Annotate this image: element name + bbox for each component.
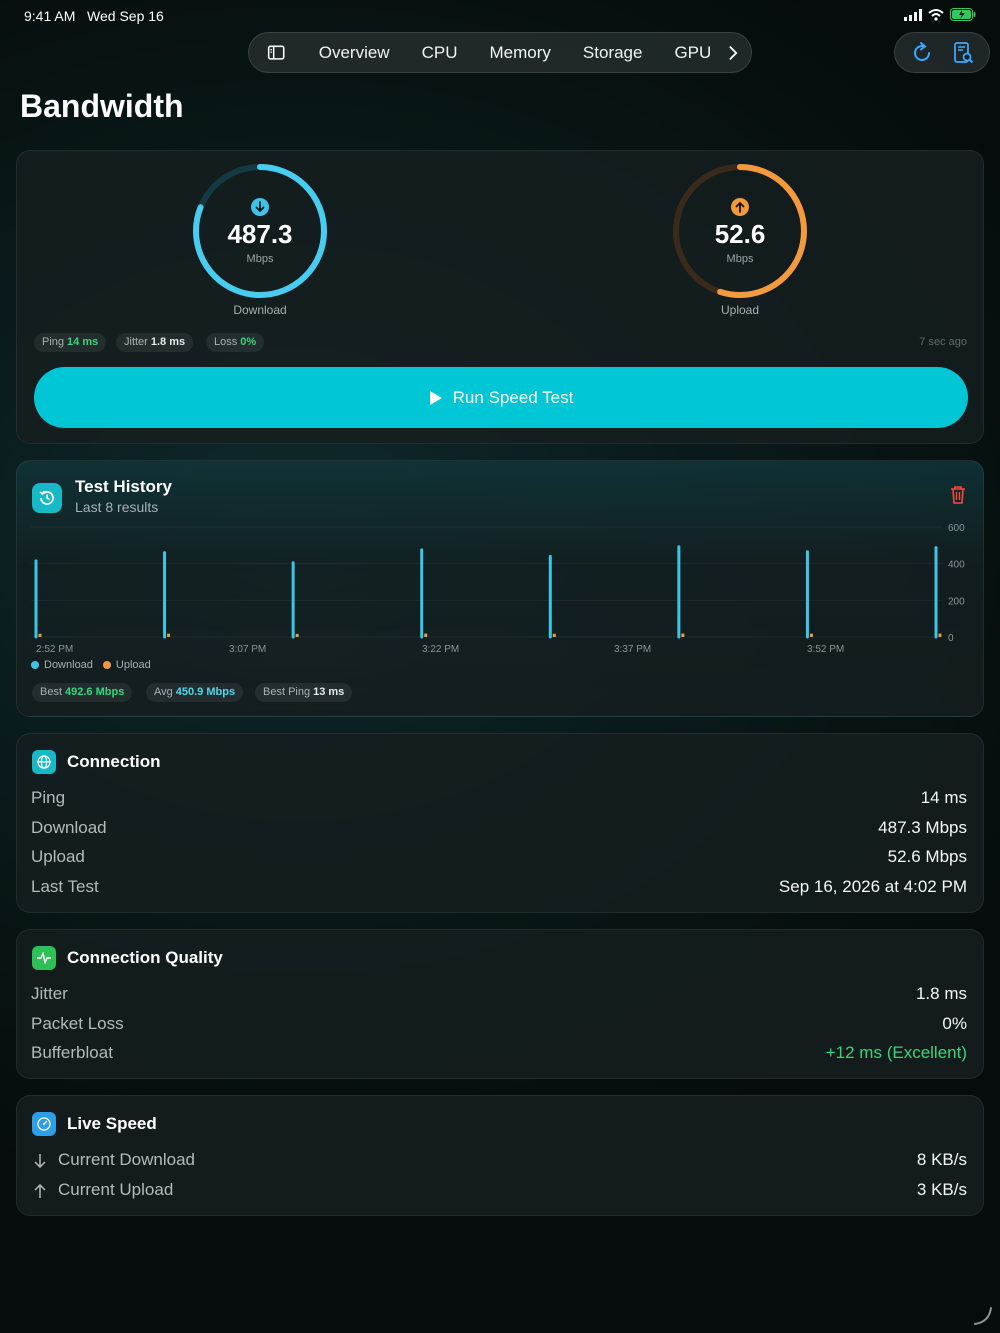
legend-upload: Upload	[102, 659, 151, 671]
upload-arrow-icon	[731, 198, 749, 216]
legend-download: Download	[31, 659, 93, 671]
test-history-card: Test History Last 8 results 0 200 400 600 2:…	[16, 460, 984, 717]
nav-cpu[interactable]: CPU	[406, 43, 474, 63]
status-bar: 9:41 AM Wed Sep 16	[0, 0, 1000, 30]
connection-row-ping: Ping 14 ms	[31, 788, 967, 807]
upload-value: 52.6	[714, 219, 766, 249]
jitter-chip: Jitter 1.8 ms	[116, 333, 194, 352]
x-tick-label: 3:37 PM	[614, 644, 651, 655]
download-arrow-icon	[251, 198, 269, 216]
connection-row-upload: Upload 52.6 Mbps	[31, 847, 967, 866]
system-icons	[904, 8, 976, 21]
arrow-down-icon	[34, 1154, 46, 1169]
avg-speed-chip: Avg 450.9 Mbps	[146, 683, 244, 702]
chart-legend: Download Upload	[31, 659, 151, 671]
globe-icon	[32, 750, 56, 774]
upload-unit: Mbps	[726, 253, 754, 265]
signal-icon	[904, 8, 922, 21]
history-bar-chart: 0 200 400 600 2:52 PM 3:07 PM 3:22 PM 3:37 PM 3:…	[31, 523, 965, 655]
x-tick-label: 2:52 PM	[36, 644, 73, 655]
history-clock-icon	[32, 483, 62, 513]
sidebar-toggle-icon[interactable]	[267, 43, 289, 63]
history-title: Test History	[75, 477, 172, 496]
download-value: 487.3	[227, 219, 293, 249]
play-icon	[429, 390, 442, 405]
speed-test-card: 487.3 Mbps Download 52.6 Mbps Upload Pin…	[16, 150, 984, 444]
wifi-icon	[928, 8, 944, 21]
activity-icon	[32, 946, 56, 970]
arrow-up-icon	[34, 1183, 46, 1198]
quality-title: Connection Quality	[67, 948, 223, 967]
actions-pill	[894, 32, 990, 73]
connection-card: Connection Ping 14 ms Download 487.3 Mbps …	[16, 733, 984, 913]
download-gauge: 487.3 Mbps	[190, 161, 330, 301]
connection-row-download: Download 487.3 Mbps	[31, 818, 967, 837]
last-run-time: 7 sec ago	[919, 336, 967, 348]
download-unit: Mbps	[246, 253, 274, 265]
live-speed-card: Live Speed Current Download 8 KB/s Curren…	[16, 1095, 984, 1216]
trash-icon[interactable]	[949, 485, 967, 505]
speedometer-icon	[32, 1112, 56, 1136]
upload-label: Upload	[720, 303, 760, 317]
top-nav: Overview CPU Memory Storage GPU	[248, 32, 752, 73]
live-speed-title: Live Speed	[67, 1114, 157, 1133]
run-speed-test-label: Run Speed Test	[452, 387, 574, 407]
download-label: Download	[233, 303, 287, 317]
y-tick-label: 0	[948, 633, 954, 644]
loss-chip: Loss 0%	[206, 333, 265, 352]
quality-row-bufferbloat: Bufferbloat +12 ms (Excellent)	[31, 1043, 967, 1062]
best-ping-chip: Best Ping 13 ms	[255, 683, 353, 702]
live-row-upload: Current Upload 3 KB/s	[31, 1180, 967, 1204]
run-speed-test-button[interactable]: Run Speed Test	[34, 367, 968, 428]
battery-icon	[950, 8, 976, 21]
ping-chip: Ping 14 ms	[34, 333, 107, 352]
history-subtitle: Last 8 results	[75, 499, 159, 515]
x-tick-label: 3:52 PM	[807, 644, 844, 655]
refresh-icon[interactable]	[910, 41, 934, 65]
connection-title: Connection	[67, 752, 161, 771]
best-speed-chip: Best 492.6 Mbps	[32, 683, 133, 702]
nav-memory[interactable]: Memory	[474, 43, 567, 63]
upload-gauge: 52.6 Mbps	[670, 161, 810, 301]
y-tick-label: 200	[948, 596, 965, 607]
nav-overview[interactable]: Overview	[303, 43, 406, 63]
chevron-right-icon[interactable]	[727, 44, 739, 62]
connection-row-last-test: Last Test Sep 16, 2026 at 4:02 PM	[31, 877, 967, 896]
quality-row-packet-loss: Packet Loss 0%	[31, 1014, 967, 1033]
nav-gpu[interactable]: GPU	[658, 43, 727, 63]
report-search-icon[interactable]	[951, 41, 975, 65]
nav-storage[interactable]: Storage	[567, 43, 659, 63]
quality-row-jitter: Jitter 1.8 ms	[31, 984, 967, 1003]
status-time: 9:41 AM Wed Sep 16	[24, 8, 164, 24]
y-tick-label: 600	[948, 523, 965, 534]
x-tick-label: 3:22 PM	[422, 644, 459, 655]
y-tick-label: 400	[948, 560, 965, 571]
connection-quality-card: Connection Quality Jitter 1.8 ms Packet L…	[16, 929, 984, 1079]
page-title: Bandwidth	[20, 88, 184, 124]
x-tick-label: 3:07 PM	[229, 644, 266, 655]
resize-handle-icon[interactable]	[972, 1305, 994, 1327]
live-row-download: Current Download 8 KB/s	[31, 1150, 967, 1174]
